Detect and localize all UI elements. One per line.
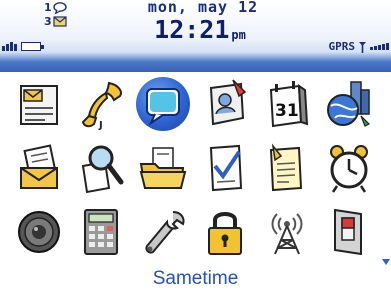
browser-icon bbox=[327, 81, 371, 127]
app-icon-grid: J 31 bbox=[7, 74, 387, 262]
search-icon bbox=[81, 145, 124, 194]
tasks-icon bbox=[209, 144, 243, 192]
mail-count: 3 bbox=[44, 15, 52, 28]
clock: 12:21 pm bbox=[120, 16, 280, 44]
radio-tower-icon bbox=[271, 213, 303, 255]
phone-icon: J bbox=[81, 81, 122, 130]
calculator-icon bbox=[84, 209, 118, 255]
network-indicator: GPRS bbox=[328, 40, 389, 53]
files-folder-icon bbox=[139, 147, 187, 189]
lock-icon bbox=[208, 212, 242, 255]
mail-envelope-icon bbox=[53, 16, 67, 27]
svg-text:J: J bbox=[98, 120, 103, 130]
app-messages[interactable] bbox=[9, 74, 69, 134]
alarm-clock-icon bbox=[330, 145, 368, 193]
battery-indicator bbox=[2, 42, 44, 51]
app-browser[interactable] bbox=[319, 74, 379, 134]
app-speaker[interactable] bbox=[9, 202, 69, 262]
date-display: mon, may 12 bbox=[147, 0, 259, 16]
app-files[interactable] bbox=[133, 138, 193, 198]
chat-bubble-icon bbox=[52, 1, 67, 14]
app-search[interactable] bbox=[71, 138, 131, 198]
memopad-icon bbox=[269, 143, 303, 192]
battery-level-bars bbox=[2, 42, 17, 51]
app-address-book[interactable] bbox=[195, 74, 255, 134]
app-lock[interactable] bbox=[195, 202, 255, 262]
svg-text:31: 31 bbox=[275, 101, 299, 121]
app-saved-messages[interactable] bbox=[9, 138, 69, 198]
messages-icon bbox=[20, 85, 58, 125]
mail-notification[interactable]: 3 bbox=[44, 15, 67, 28]
selected-app-label: Sametime bbox=[152, 268, 239, 289]
calendar-icon: 31 bbox=[269, 81, 309, 128]
time-display: 12:21 bbox=[154, 15, 230, 44]
antenna-icon bbox=[359, 41, 366, 53]
app-sametime[interactable] bbox=[133, 74, 193, 134]
address-book-icon bbox=[209, 79, 247, 126]
power-switch-icon bbox=[334, 208, 362, 256]
network-type: GPRS bbox=[328, 40, 356, 53]
scroll-down-indicator[interactable] bbox=[382, 259, 390, 265]
saved-messages-icon bbox=[20, 144, 58, 189]
app-tasks[interactable] bbox=[195, 138, 255, 198]
app-phone[interactable]: J bbox=[71, 74, 131, 134]
speaker-icon bbox=[18, 211, 60, 253]
battery-icon bbox=[21, 42, 44, 51]
sametime-icon bbox=[146, 88, 180, 126]
chat-count: 1 bbox=[44, 1, 52, 14]
app-calculator[interactable] bbox=[71, 202, 131, 262]
app-memopad[interactable] bbox=[257, 138, 317, 198]
app-power[interactable] bbox=[319, 202, 379, 262]
app-calendar[interactable]: 31 bbox=[257, 74, 317, 134]
app-alarm[interactable] bbox=[319, 138, 379, 198]
app-radio[interactable] bbox=[257, 202, 317, 262]
chat-notification[interactable]: 1 bbox=[44, 1, 67, 14]
status-bar: 1 3 mon, may 12 12:21 pm GPRS bbox=[0, 0, 391, 72]
options-wrench-icon bbox=[145, 211, 185, 254]
signal-strength-icon bbox=[370, 43, 389, 50]
ampm-display: pm bbox=[231, 28, 246, 42]
app-options[interactable] bbox=[133, 202, 193, 262]
